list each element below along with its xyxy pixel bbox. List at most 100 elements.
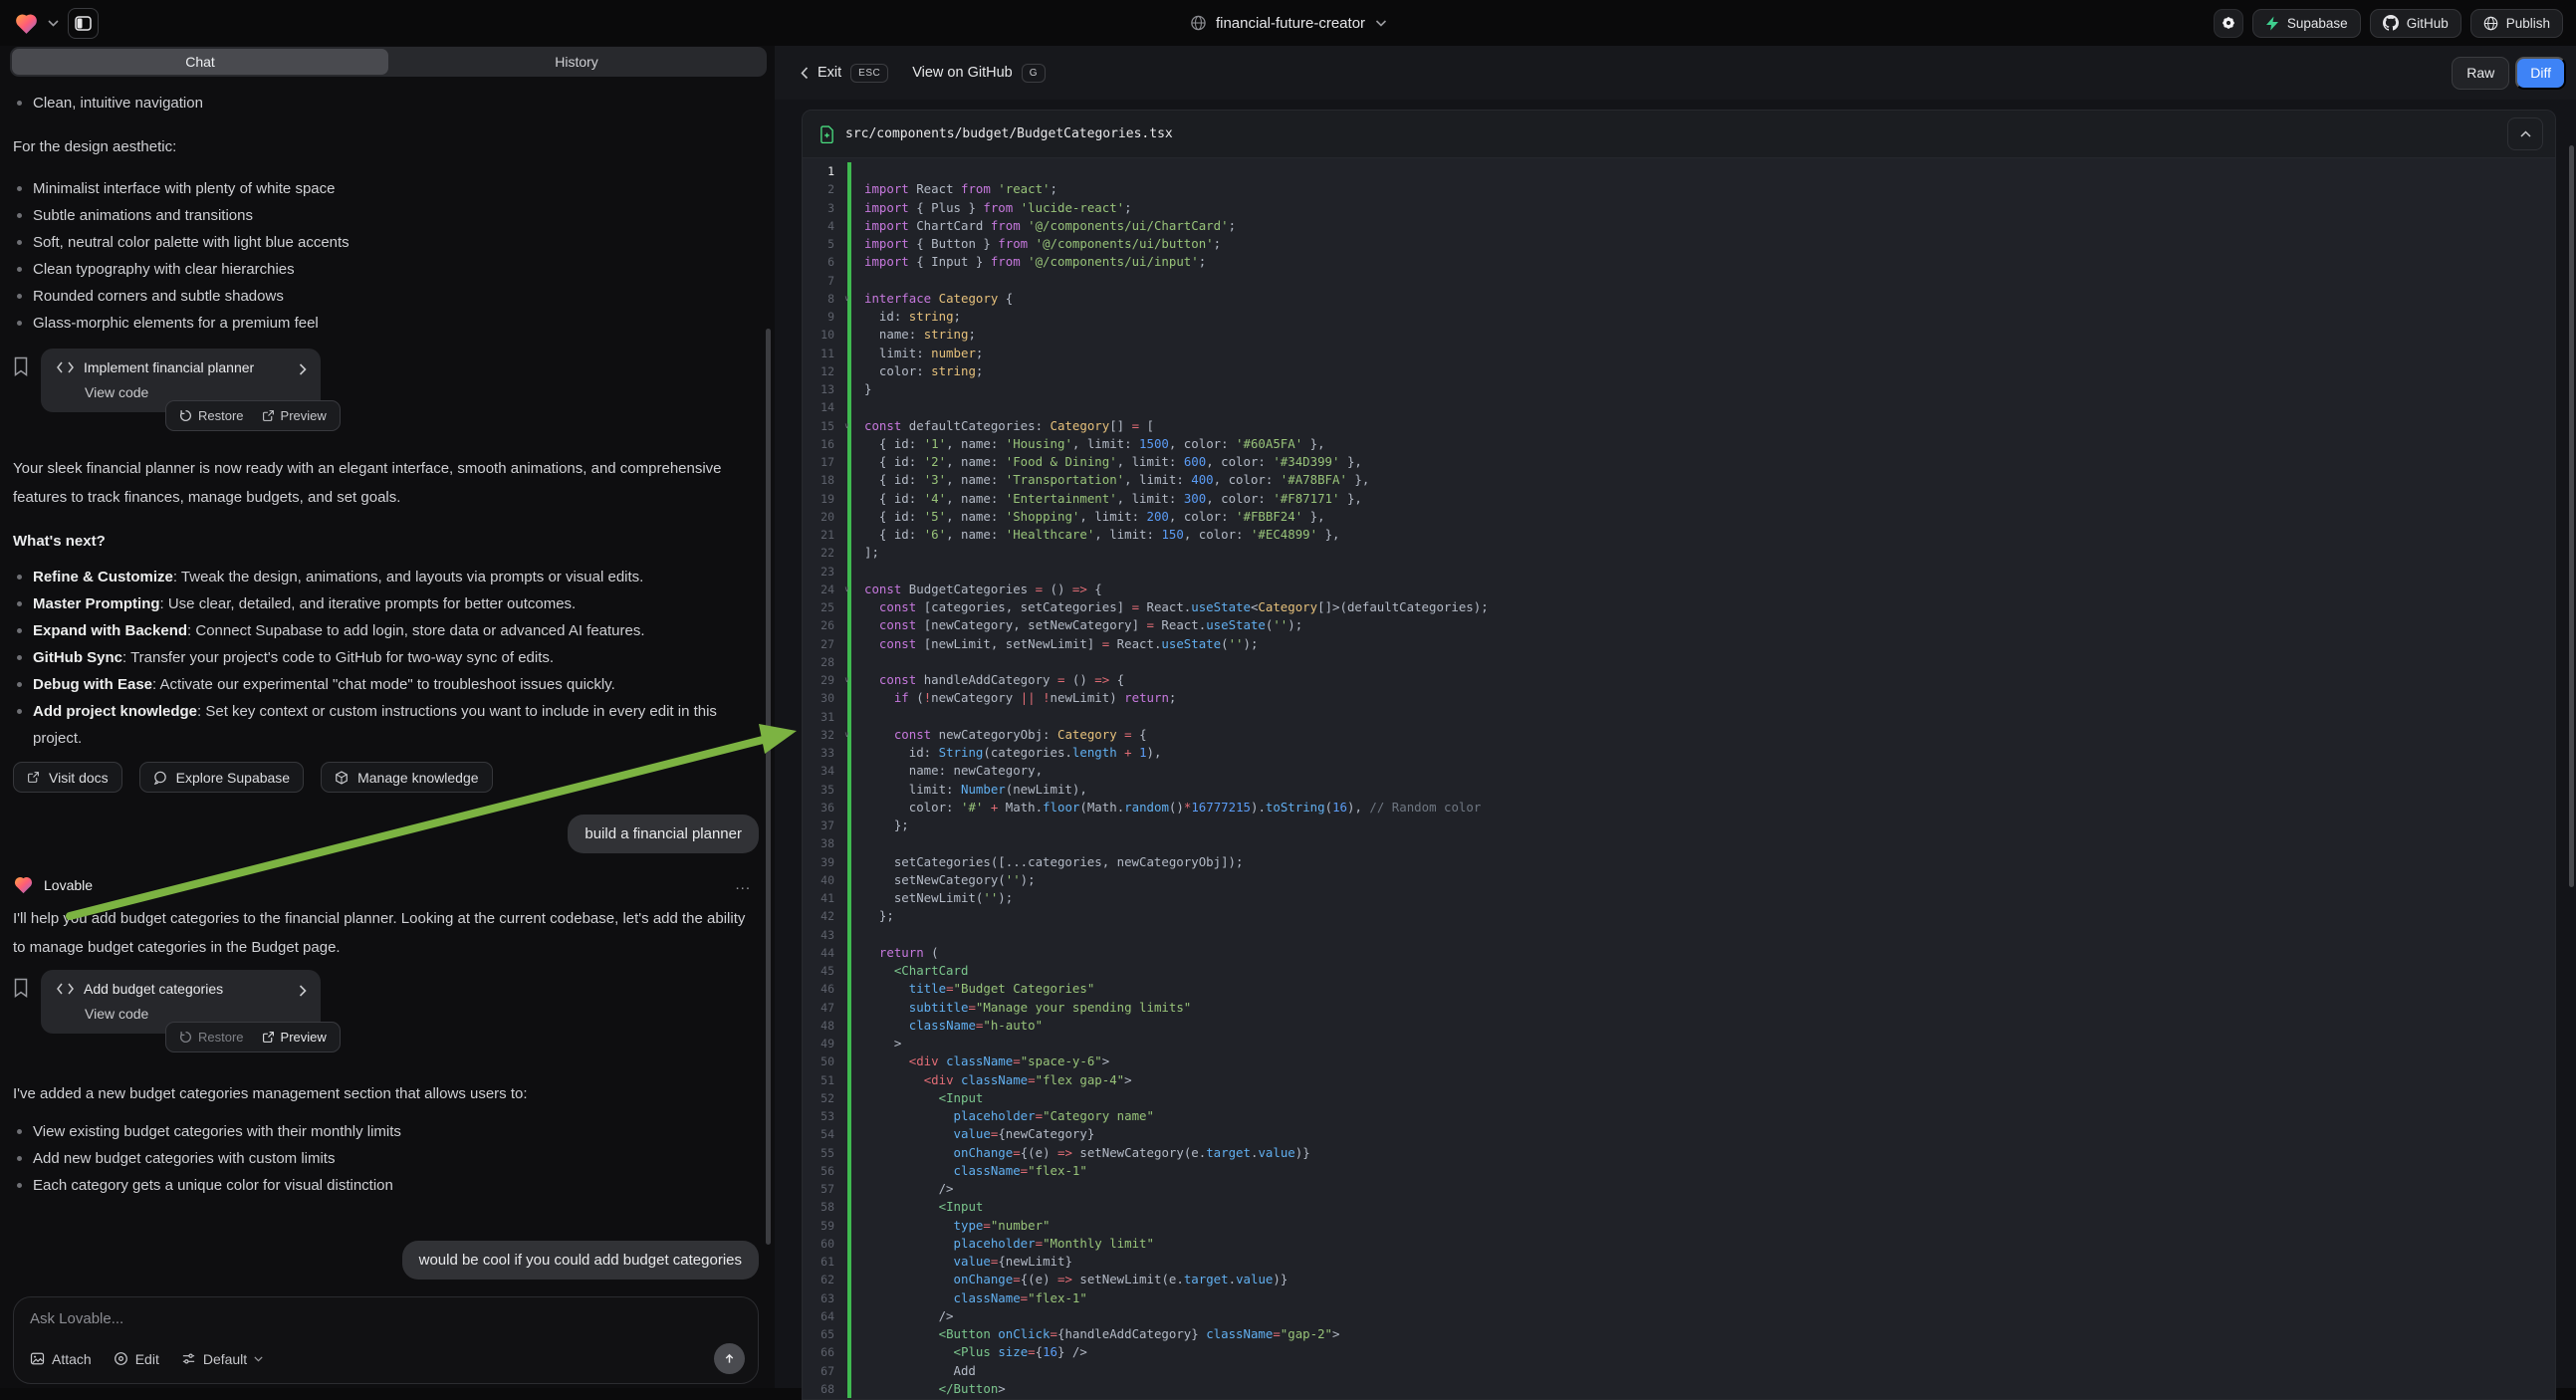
restore-button[interactable]: Restore — [179, 408, 244, 423]
preview-button[interactable]: Preview — [262, 408, 327, 423]
line-number[interactable]: 41 — [803, 889, 840, 907]
line-number[interactable]: 40 — [803, 871, 840, 889]
line-number[interactable]: 32∨ — [803, 726, 840, 744]
add-budget-categories-card[interactable]: Add budget categories View code Restore … — [41, 970, 321, 1034]
chat-scrollbar[interactable] — [766, 329, 771, 1245]
supabase-button[interactable]: Supabase — [2252, 9, 2361, 38]
line-number[interactable]: 18 — [803, 471, 840, 489]
ask-lovable-input[interactable] — [30, 1310, 742, 1327]
line-number[interactable]: 51 — [803, 1071, 840, 1089]
view-on-github-button[interactable]: View on GitHub G — [912, 64, 1046, 83]
tab-chat[interactable]: Chat — [12, 49, 388, 75]
line-number[interactable]: 9 — [803, 308, 840, 326]
edit-mode-button[interactable]: Edit — [114, 1351, 159, 1367]
line-number[interactable]: 28 — [803, 653, 840, 671]
line-number[interactable]: 33 — [803, 744, 840, 762]
restore-button[interactable]: Restore — [179, 1030, 244, 1045]
project-selector[interactable]: financial-future-creator — [1190, 0, 1386, 46]
view-code-link[interactable]: View code — [85, 1006, 307, 1022]
line-number[interactable]: 31 — [803, 708, 840, 726]
line-number[interactable]: 67 — [803, 1362, 840, 1380]
implement-financial-planner-card[interactable]: Implement financial planner View code Re… — [41, 349, 321, 412]
fold-chevron-icon[interactable]: ∨ — [844, 417, 849, 435]
line-number[interactable]: 60 — [803, 1235, 840, 1253]
line-number[interactable]: 22 — [803, 544, 840, 562]
mode-selector[interactable]: Default — [181, 1351, 263, 1367]
file-header[interactable]: src/components/budget/BudgetCategories.t… — [803, 111, 2555, 158]
code-scrollbar[interactable] — [2569, 145, 2574, 887]
line-number[interactable]: 58 — [803, 1198, 840, 1216]
line-number[interactable]: 65 — [803, 1325, 840, 1343]
message-menu-button[interactable]: ... — [735, 876, 751, 893]
diff-toggle-button[interactable]: Diff — [2515, 57, 2566, 90]
github-button[interactable]: GitHub — [2370, 9, 2461, 38]
line-number[interactable]: 62 — [803, 1271, 840, 1288]
fold-chevron-icon[interactable]: ∨ — [844, 726, 849, 744]
line-number[interactable]: 38 — [803, 834, 840, 852]
line-number[interactable]: 45 — [803, 962, 840, 980]
line-number[interactable]: 1 — [803, 162, 840, 180]
line-number[interactable]: 20 — [803, 508, 840, 526]
raw-toggle-button[interactable]: Raw — [2452, 57, 2509, 90]
line-number[interactable]: 10 — [803, 326, 840, 344]
line-number[interactable]: 42 — [803, 907, 840, 925]
bookmark-icon[interactable] — [13, 356, 29, 412]
fold-chevron-icon[interactable]: ∨ — [844, 671, 849, 689]
exit-button[interactable]: Exit ESC — [801, 64, 888, 83]
line-number[interactable]: 16 — [803, 435, 840, 453]
line-number[interactable]: 52 — [803, 1089, 840, 1107]
preview-button[interactable]: Preview — [262, 1030, 327, 1045]
line-number[interactable]: 34 — [803, 762, 840, 780]
line-number[interactable]: 59 — [803, 1217, 840, 1235]
manage-knowledge-button[interactable]: Manage knowledge — [321, 762, 492, 793]
visit-docs-button[interactable]: Visit docs — [13, 762, 122, 793]
attach-button[interactable]: Attach — [30, 1351, 92, 1367]
line-number[interactable]: 7 — [803, 272, 840, 290]
view-code-link[interactable]: View code — [85, 384, 307, 400]
line-number[interactable]: 55 — [803, 1144, 840, 1162]
line-number[interactable]: 35 — [803, 781, 840, 799]
line-number[interactable]: 53 — [803, 1107, 840, 1125]
line-number[interactable]: 15∨ — [803, 417, 840, 435]
line-number[interactable]: 61 — [803, 1253, 840, 1271]
line-number[interactable]: 54 — [803, 1125, 840, 1143]
explore-supabase-button[interactable]: Explore Supabase — [139, 762, 304, 793]
line-number[interactable]: 66 — [803, 1343, 840, 1361]
line-number[interactable]: 50 — [803, 1052, 840, 1070]
line-number[interactable]: 4 — [803, 217, 840, 235]
line-number[interactable]: 63 — [803, 1289, 840, 1307]
lovable-logo-heart-icon[interactable] — [14, 12, 39, 35]
settings-button[interactable] — [2214, 9, 2243, 38]
tab-history[interactable]: History — [388, 49, 765, 75]
line-number[interactable]: 3 — [803, 199, 840, 217]
publish-button[interactable]: Publish — [2470, 9, 2563, 38]
collapse-file-button[interactable] — [2507, 117, 2543, 150]
chat-message-list[interactable]: Clean, intuitive navigation For the desi… — [0, 82, 759, 1293]
line-number[interactable]: 44 — [803, 944, 840, 962]
line-number[interactable]: 8∨ — [803, 290, 840, 308]
line-number[interactable]: 27 — [803, 635, 840, 653]
line-number[interactable]: 43 — [803, 926, 840, 944]
line-number[interactable]: 17 — [803, 453, 840, 471]
line-number[interactable]: 47 — [803, 999, 840, 1017]
line-number[interactable]: 14 — [803, 398, 840, 416]
line-number[interactable]: 68 — [803, 1380, 840, 1398]
line-number[interactable]: 57 — [803, 1180, 840, 1198]
line-number[interactable]: 26 — [803, 616, 840, 634]
line-number[interactable]: 46 — [803, 980, 840, 998]
sidebar-toggle-button[interactable] — [68, 8, 99, 39]
line-number[interactable]: 11 — [803, 345, 840, 362]
line-number[interactable]: 49 — [803, 1035, 840, 1052]
line-number[interactable]: 48 — [803, 1017, 840, 1035]
fold-chevron-icon[interactable]: ∨ — [844, 290, 849, 308]
code-editor[interactable]: 12import React from 'react';3import { Pl… — [803, 158, 2555, 1399]
line-number[interactable]: 37 — [803, 817, 840, 834]
line-number[interactable]: 24∨ — [803, 581, 840, 598]
line-number[interactable]: 30 — [803, 689, 840, 707]
line-number[interactable]: 56 — [803, 1162, 840, 1180]
line-number[interactable]: 25 — [803, 598, 840, 616]
bookmark-icon[interactable] — [13, 978, 29, 1034]
line-number[interactable]: 39 — [803, 853, 840, 871]
line-number[interactable]: 12 — [803, 362, 840, 380]
line-number[interactable]: 2 — [803, 180, 840, 198]
